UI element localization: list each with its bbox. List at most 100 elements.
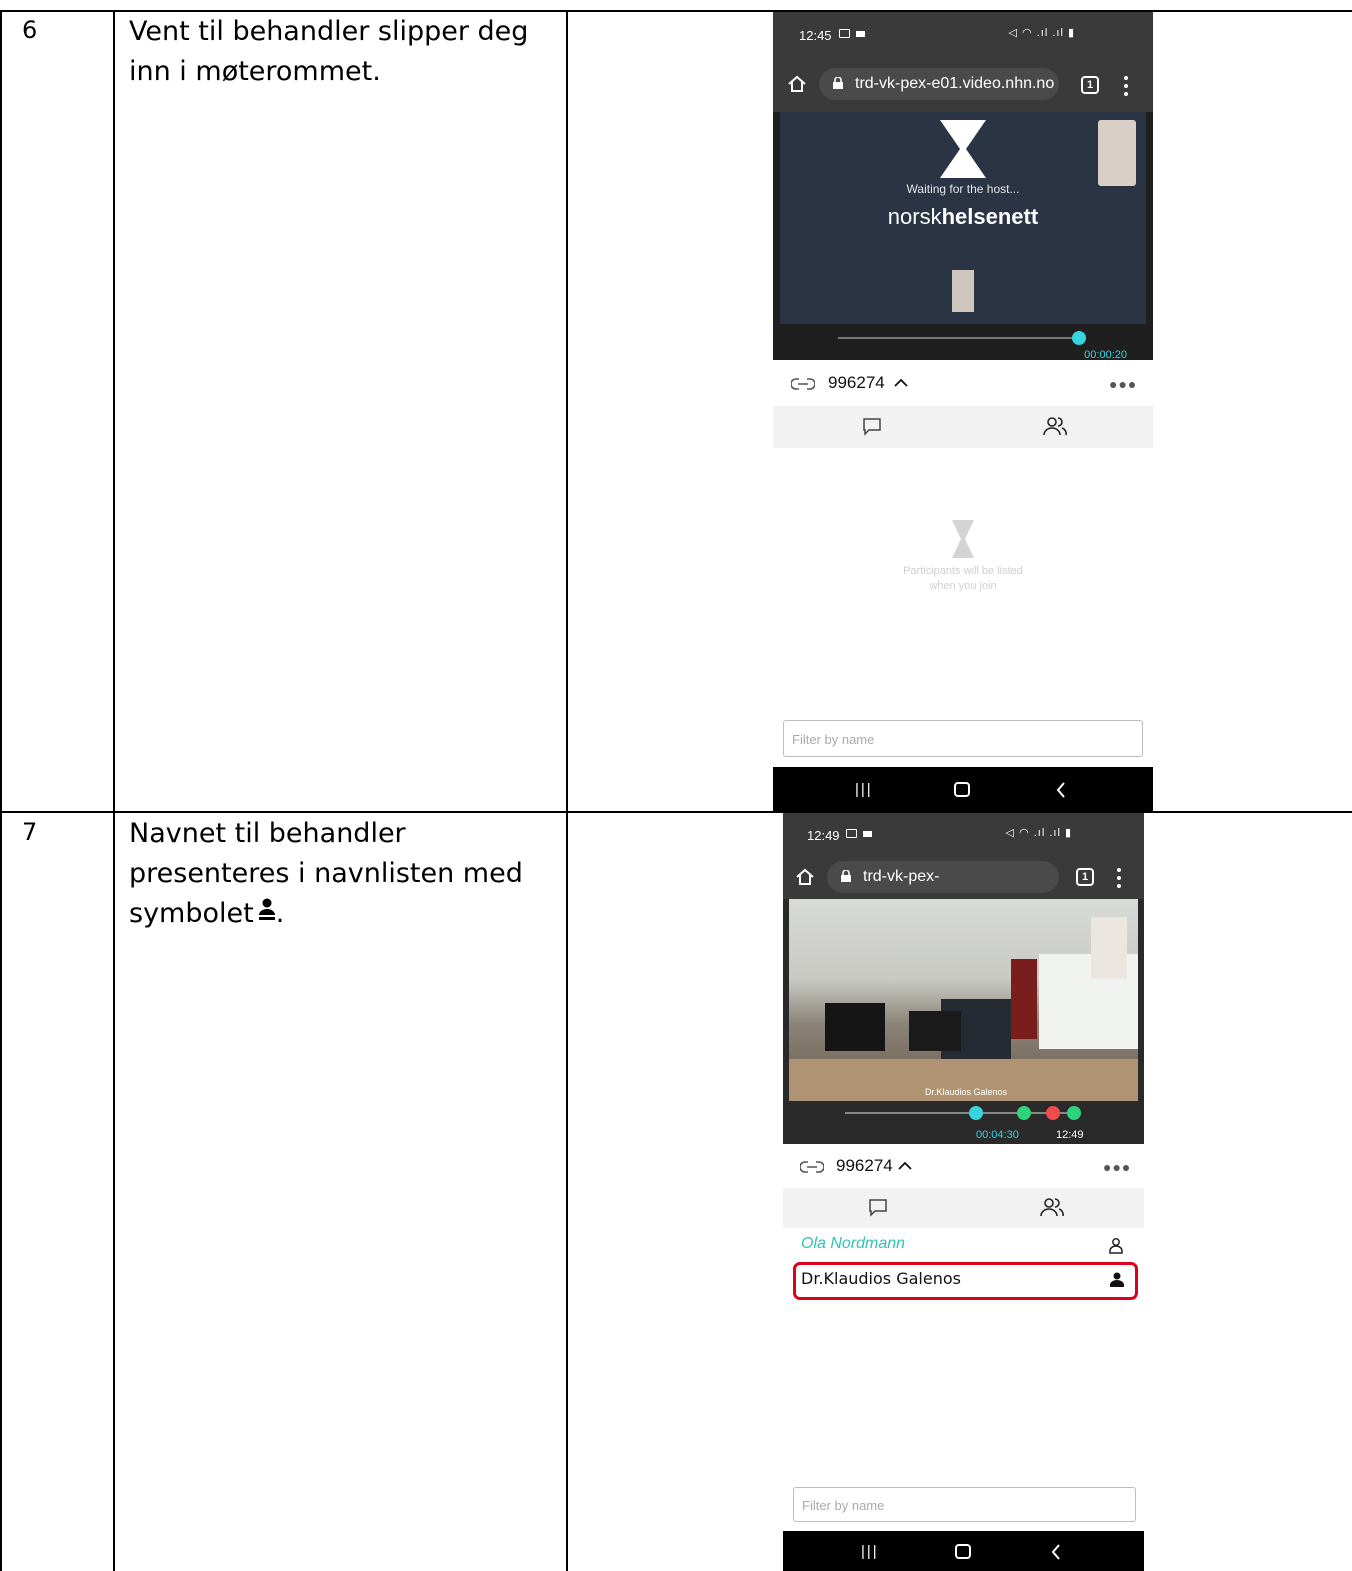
participants-tab-icon[interactable] (1043, 416, 1067, 436)
filter-placeholder: Filter by name (802, 1498, 885, 1513)
chevron-up-icon[interactable] (898, 1161, 912, 1171)
more-options-icon[interactable]: ●●● (1103, 1159, 1131, 1175)
back-nav-icon[interactable] (1051, 1544, 1061, 1560)
brand-logo-bold: helsenett (941, 204, 1039, 229)
browser-url-bar: trd-vk-pex-e01.video.nhn.no 1 (773, 56, 1153, 112)
table-column-divider-2 (566, 10, 568, 1571)
home-icon[interactable] (787, 74, 807, 94)
instruction-line: inn i møterommet. (129, 56, 381, 87)
gallery-icon (846, 829, 857, 838)
recent-apps-icon[interactable]: ||| (861, 1543, 879, 1560)
remote-view-thumbnail (952, 270, 974, 312)
meeting-id: 996274 (828, 373, 885, 392)
video-caption: Dr.Klaudios Galenos (925, 1087, 1008, 1097)
panel-tabs (783, 1188, 1144, 1228)
waiting-screen: Waiting for the host... norskhelsenett (780, 112, 1146, 324)
link-icon[interactable] (791, 377, 815, 391)
video-status-icon (863, 831, 872, 837)
step-number: 7 (22, 818, 38, 846)
recent-apps-icon[interactable]: ||| (855, 781, 873, 798)
timeline-marker-green[interactable] (1017, 1106, 1031, 1120)
signal-icons: ◁ ◠ .ıl .ıl ▮ (1005, 827, 1072, 839)
elapsed-time: 00:00:20 (1084, 349, 1127, 361)
back-nav-icon[interactable] (1056, 782, 1066, 798)
clock-time: 12:49 (1056, 1129, 1084, 1141)
timeline-track (838, 337, 1078, 339)
timeline-marker-red[interactable] (1046, 1106, 1060, 1120)
meeting-id: 996274 (836, 1156, 893, 1175)
video-area: Waiting for the host... norskhelsenett 0… (773, 112, 1153, 361)
step-number: 6 (22, 16, 38, 44)
hourglass-empty-icon (952, 520, 974, 558)
video-area: Dr.Klaudios Galenos 00:04:30 12:49 (783, 899, 1144, 1144)
filter-by-name-input[interactable]: Filter by name (783, 720, 1143, 757)
instruction-text: symbolet (129, 898, 254, 929)
home-icon[interactable] (795, 867, 815, 887)
phone-screenshot-waiting: 12:45 ◁ ◠ .ıl .ıl ▮ trd-vk-pex-e01.video… (773, 12, 1153, 811)
status-time: 12:45 (799, 28, 832, 43)
participant-name: Dr.Klaudios Galenos (801, 1269, 961, 1288)
participant-row-highlighted[interactable]: Dr.Klaudios Galenos (793, 1262, 1138, 1300)
status-bar: 12:45 ◁ ◠ .ıl .ıl ▮ (773, 12, 1153, 56)
filter-placeholder: Filter by name (792, 732, 875, 747)
participants-tab-icon[interactable] (1040, 1197, 1064, 1217)
empty-state-line: when you join (929, 580, 997, 592)
empty-state-line: Participants will be listed (903, 565, 1023, 577)
self-view-thumbnail (1098, 120, 1136, 186)
instruction-line: Navnet til behandler (129, 818, 406, 849)
waiting-text: Waiting for the host... (906, 182, 1020, 196)
status-time: 12:49 (807, 828, 840, 843)
menu-kebab-icon[interactable] (1117, 868, 1121, 888)
timeline-marker-green[interactable] (1067, 1106, 1081, 1120)
chat-tab-icon[interactable] (868, 1198, 888, 1218)
menu-kebab-icon[interactable] (1124, 76, 1128, 96)
meeting-info-row: 996274 ●●● (783, 1147, 1144, 1187)
meeting-info-row: 996274 ●●● (773, 364, 1153, 404)
table-left-border (0, 10, 2, 1571)
video-status-icon (856, 31, 865, 37)
instruction-line-with-icon: symbolet. (129, 894, 549, 934)
gallery-icon (839, 29, 850, 38)
panel-tabs (773, 406, 1153, 448)
step-instruction: Navnet til behandler presenteres i navnl… (129, 814, 549, 934)
participants-empty-state: Participants will be listed when you joi… (773, 520, 1153, 592)
participant-row[interactable]: Ola Nordmann (783, 1231, 1144, 1261)
brand-logo: norskhelsenett (780, 204, 1146, 230)
participant-name: Ola Nordmann (801, 1235, 906, 1252)
guest-person-icon (1109, 1238, 1123, 1254)
timeline-track (845, 1112, 1077, 1114)
hourglass-icon (940, 120, 986, 178)
table-row-divider (0, 811, 1352, 813)
video-ceiling-lamp (1091, 917, 1127, 979)
home-nav-icon[interactable] (954, 782, 970, 797)
host-person-icon (1110, 1272, 1124, 1287)
tabs-icon[interactable]: 1 (1081, 76, 1099, 94)
android-nav-bar: ||| (773, 767, 1153, 811)
url-field[interactable]: trd-vk-pex-e01.video.nhn.no (827, 861, 1059, 917)
timeline-marker-teal[interactable] (969, 1106, 983, 1120)
phone-screenshot-joined: 12:49 ◁ ◠ .ıl .ıl ▮ trd-vk-pex-e01.video… (783, 813, 1144, 1571)
instruction-line: presenteres i navnlisten med (129, 858, 523, 889)
chat-tab-icon[interactable] (862, 417, 882, 437)
video-monitor (909, 1011, 961, 1051)
more-options-icon[interactable]: ●●● (1109, 376, 1137, 392)
url-field[interactable]: trd-vk-pex-e01.video.nhn.no (819, 68, 1059, 100)
android-nav-bar: ||| (783, 1531, 1144, 1571)
chevron-up-icon[interactable] (894, 378, 908, 388)
filter-by-name-input[interactable]: Filter by name (793, 1487, 1136, 1522)
brand-logo-light: norsk (887, 204, 942, 229)
link-icon[interactable] (800, 1160, 824, 1174)
step-instruction: Vent til behandler slipper deg inn i møt… (129, 12, 549, 92)
table-column-divider-1 (113, 10, 115, 1571)
office-video-feed: Dr.Klaudios Galenos (789, 899, 1138, 1101)
video-monitor (825, 1003, 885, 1051)
timeline-handle[interactable] (1072, 331, 1086, 345)
signal-icons: ◁ ◠ .ıl .ıl ▮ (1008, 27, 1075, 39)
tabs-icon[interactable]: 1 (1076, 868, 1094, 886)
home-nav-icon[interactable] (955, 1544, 971, 1559)
elapsed-time: 00:04:30 (976, 1129, 1019, 1141)
lock-icon (833, 77, 843, 89)
video-wall-red (1011, 959, 1037, 1039)
lock-icon (841, 870, 851, 882)
host-person-icon (258, 898, 275, 920)
